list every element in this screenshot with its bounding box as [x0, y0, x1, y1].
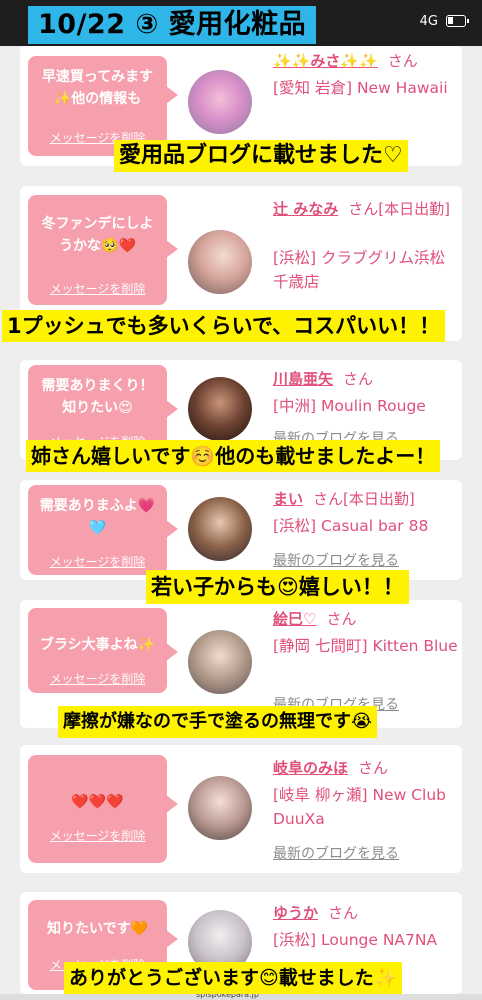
- message-bubble: ❤️❤️❤️ メッセージを削除: [28, 755, 178, 863]
- shop-name: [浜松] Casual bar 88: [273, 517, 429, 535]
- avatar[interactable]: [188, 377, 252, 441]
- on-duty-label: [本日出勤]: [343, 490, 415, 508]
- message-text: 需要ありまふよ💗 🩵: [39, 498, 156, 536]
- sender-name-line: 辻 みなみ さん[本日出勤]: [273, 198, 450, 219]
- shop-name: [静岡 七間町] Kitten Blue: [273, 637, 458, 655]
- message-text: 知りたいです🧡: [46, 921, 148, 937]
- message-text: 需要ありまくり！ 知りたい😍: [41, 378, 154, 416]
- message-text: 冬ファンデにしよ うかな🥺❤️: [41, 216, 154, 254]
- on-duty-label: [本日出勤]: [378, 200, 450, 218]
- page-title: 10/22 ③ 愛用化粧品: [28, 6, 317, 44]
- avatar[interactable]: [188, 70, 252, 134]
- shop-name: [愛知 岩倉] New Hawaii: [273, 79, 448, 97]
- battery-icon: [446, 15, 469, 27]
- honorific: さん: [313, 490, 344, 508]
- honorific: さん: [343, 370, 374, 388]
- delete-message-link[interactable]: メッセージを削除: [28, 553, 167, 570]
- shop-name: [中洲] Moulin Rouge: [273, 397, 426, 415]
- message-text: 早速買ってみます ✨他の情報も: [41, 69, 154, 107]
- honorific: さん: [328, 904, 359, 922]
- status-bar: 10/22 ③ 愛用化粧品 4G: [0, 0, 482, 46]
- latest-blog-link[interactable]: 最新のブログを見る: [273, 843, 399, 863]
- sender-name-line: 絵巳♡ さん: [273, 608, 356, 629]
- shop-name: [岐阜 柳ヶ瀬] New Club DuuXa: [273, 786, 446, 828]
- caption-overlay: ありがとうございます😊載せました✨: [64, 962, 403, 994]
- avatar[interactable]: [188, 230, 252, 294]
- caption-overlay: 摩擦が嫌なので手で塗るの無理です😭: [58, 706, 378, 738]
- sender-name[interactable]: 川島亜矢: [273, 370, 333, 388]
- avatar[interactable]: [188, 630, 252, 694]
- message-card: ❤️❤️❤️ メッセージを削除 岐阜のみほ さん [岐阜 柳ヶ瀬] New Clu…: [20, 745, 462, 873]
- sender-name-line: まい さん[本日出勤]: [273, 488, 415, 509]
- sender-name[interactable]: 岐阜のみほ: [273, 759, 348, 777]
- shop-name: [浜松] Lounge NA7NA: [273, 931, 438, 949]
- sender-name[interactable]: まい: [273, 490, 303, 508]
- sender-name-line: 川島亜矢 さん: [273, 368, 373, 389]
- message-bubble: 冬ファンデにしよ うかな🥺❤️ メッセージを削除: [28, 195, 178, 305]
- caption-overlay: 1プッシュでも多いくらいで、コスパいい！！: [2, 310, 446, 342]
- sender-name-line: ゆうか さん: [273, 902, 358, 923]
- sender-name[interactable]: ゆうか: [273, 904, 318, 922]
- sender-name[interactable]: 絵巳♡: [273, 610, 316, 628]
- latest-blog-link[interactable]: 最新のブログを見る: [273, 550, 399, 570]
- message-text: ❤️❤️❤️: [71, 794, 124, 810]
- message-text: ブラシ大事よね✨: [39, 637, 156, 653]
- honorific: さん: [348, 200, 379, 218]
- delete-message-link[interactable]: メッセージを削除: [28, 670, 167, 687]
- sender-name-line: ✨✨みさ✨✨ さん: [273, 50, 418, 71]
- sender-name[interactable]: ✨✨みさ✨✨: [273, 52, 378, 70]
- shop-name: [浜松] クラブグリム浜松千歳店: [273, 249, 446, 291]
- sender-name[interactable]: 辻 みなみ: [273, 200, 338, 218]
- avatar[interactable]: [188, 497, 252, 561]
- caption-overlay: 愛用品ブログに載せました♡: [114, 140, 408, 172]
- honorific: さん: [326, 610, 357, 628]
- message-card: 需要ありまふよ💗 🩵 メッセージを削除 まい さん[本日出勤] [浜松] Casu…: [20, 480, 462, 580]
- caption-overlay: 若い子からも😍嬉しい！！: [146, 570, 409, 604]
- network-indicator: 4G: [419, 14, 438, 29]
- honorific: さん: [387, 52, 418, 70]
- delete-message-link[interactable]: メッセージを削除: [28, 827, 167, 844]
- delete-message-link[interactable]: メッセージを削除: [28, 280, 167, 297]
- sender-name-line: 岐阜のみほ さん: [273, 757, 388, 778]
- avatar[interactable]: [188, 776, 252, 840]
- url-bar: spispokepara.jp: [0, 990, 482, 1000]
- message-bubble: 需要ありまふよ💗 🩵 メッセージを削除: [28, 485, 178, 575]
- honorific: さん: [358, 759, 389, 777]
- caption-overlay: 姉さん嬉しいです☺️他のも載せましたよー！: [26, 440, 441, 472]
- message-bubble: ブラシ大事よね✨ メッセージを削除: [28, 608, 178, 693]
